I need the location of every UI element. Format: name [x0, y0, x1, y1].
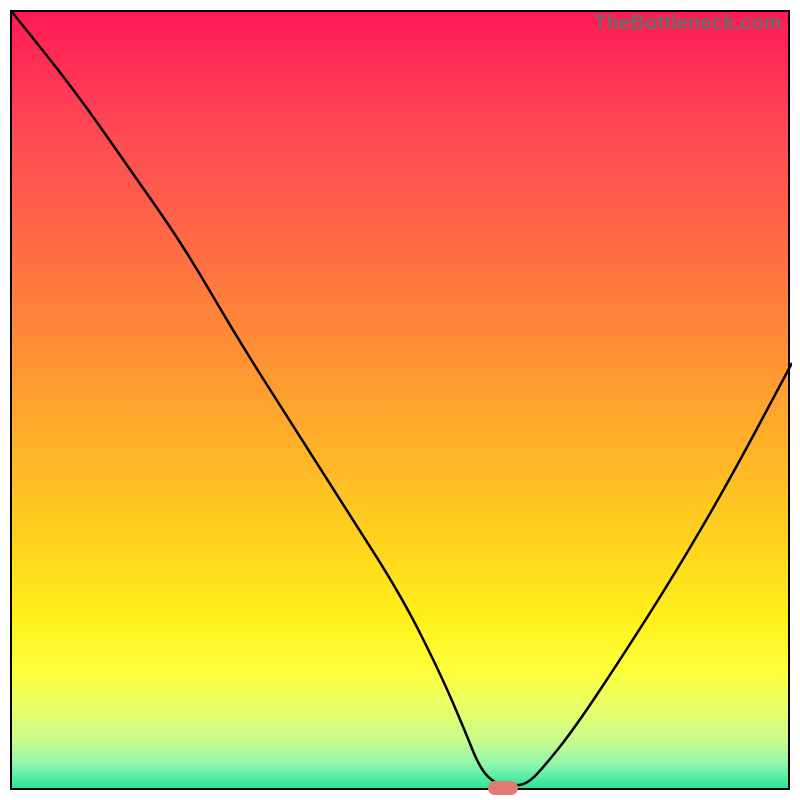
watermark-text: TheBottleneck.com — [594, 12, 782, 35]
curve-layer — [12, 12, 792, 792]
plot-area — [10, 10, 790, 790]
optimal-marker — [488, 781, 518, 795]
bottleneck-curve — [12, 12, 792, 785]
bottleneck-chart: TheBottleneck.com — [0, 0, 800, 800]
